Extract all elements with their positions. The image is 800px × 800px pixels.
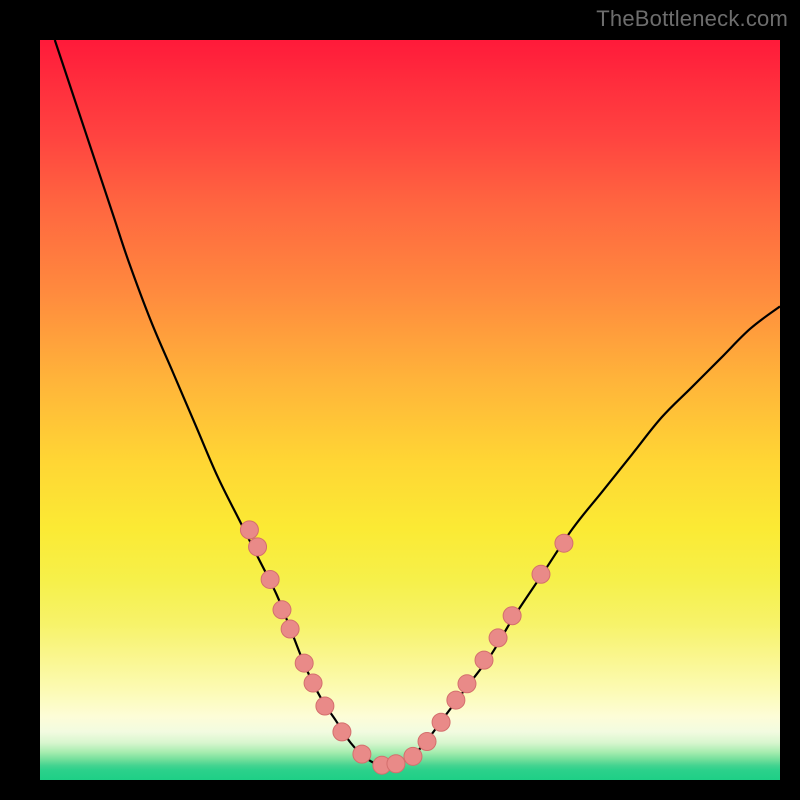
chart-svg	[40, 40, 780, 780]
marker-dot	[333, 723, 351, 741]
outer-frame: TheBottleneck.com	[0, 0, 800, 800]
marker-dot	[316, 697, 334, 715]
marker-dot	[458, 675, 476, 693]
marker-dot	[273, 601, 291, 619]
marker-dot	[353, 745, 371, 763]
bottleneck-curve	[55, 40, 780, 766]
marker-dot	[281, 620, 299, 638]
marker-dot	[240, 521, 258, 539]
marker-dot	[447, 691, 465, 709]
data-markers	[240, 521, 573, 774]
marker-dot	[489, 629, 507, 647]
marker-dot	[432, 713, 450, 731]
marker-dot	[555, 534, 573, 552]
marker-dot	[475, 651, 493, 669]
marker-dot	[404, 747, 422, 765]
marker-dot	[295, 654, 313, 672]
plot-area	[40, 40, 780, 780]
marker-dot	[387, 755, 405, 773]
marker-dot	[304, 674, 322, 692]
marker-dot	[418, 733, 436, 751]
marker-dot	[249, 538, 267, 556]
marker-dot	[532, 565, 550, 583]
marker-dot	[503, 607, 521, 625]
watermark-text: TheBottleneck.com	[596, 6, 788, 32]
marker-dot	[261, 570, 279, 588]
